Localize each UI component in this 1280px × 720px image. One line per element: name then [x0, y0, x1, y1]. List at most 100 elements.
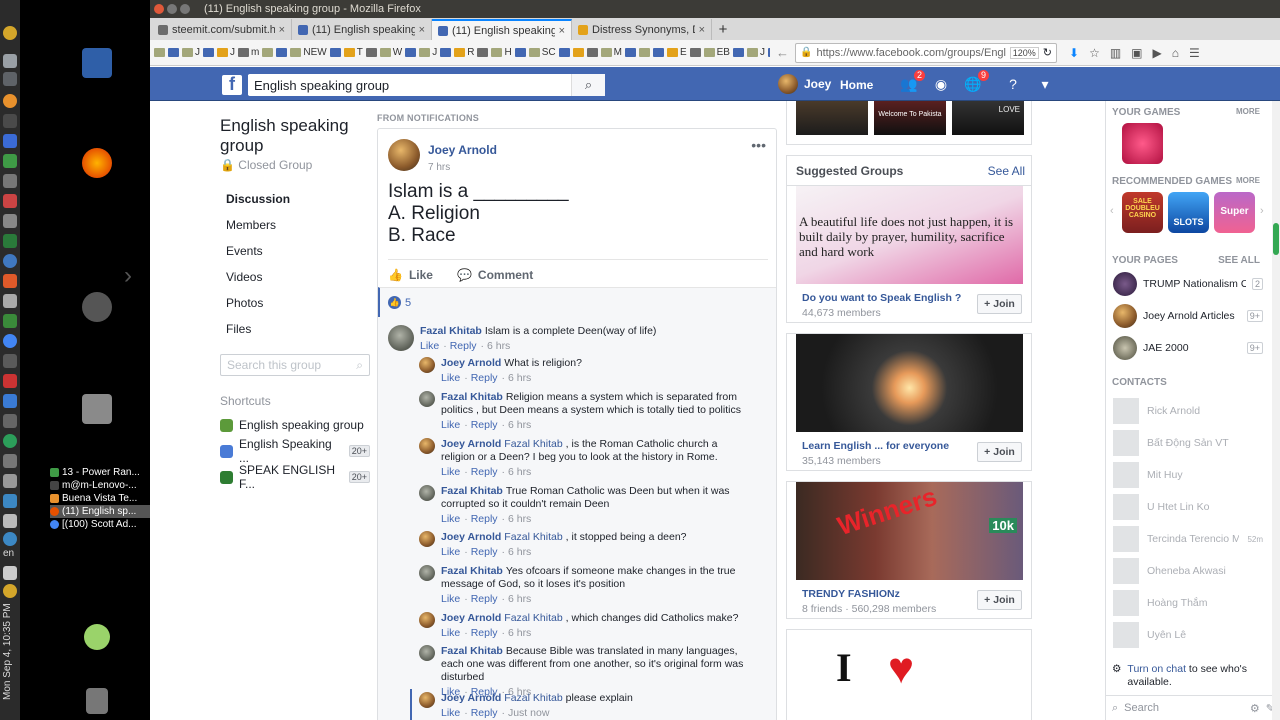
more-link[interactable]: MORE [1236, 176, 1260, 187]
bookmark-item[interactable]: W [379, 47, 402, 58]
contact-item[interactable]: Hoàng Thắm [1113, 590, 1263, 616]
bookmark-item[interactable] [514, 48, 526, 57]
zoom-level[interactable]: 120% [1009, 46, 1039, 59]
task-item[interactable]: [(100) Scott Ad... [50, 518, 150, 531]
group-cover-image[interactable]: I ♥ [796, 630, 1023, 720]
keyboard-language[interactable]: en [3, 548, 14, 559]
bookmark-item[interactable] [168, 48, 179, 57]
join-button[interactable]: + Join [977, 294, 1022, 314]
group-nav-files[interactable]: Files [220, 316, 370, 342]
comment-reply-button[interactable]: Reply [471, 466, 498, 478]
group-nav-photos[interactable]: Photos [220, 290, 370, 316]
comment-mention[interactable]: Fazal Khitab [504, 438, 562, 450]
contact-item[interactable]: Tercinda Terencio M... 52m [1113, 526, 1263, 552]
bitcoin-icon[interactable] [3, 94, 17, 108]
browser-tab[interactable]: (11) English speaking × [292, 19, 432, 40]
bookmark-item[interactable]: E [666, 47, 687, 58]
comment-reply-button[interactable]: Reply [471, 546, 498, 558]
shortcut-item[interactable]: English speaking group [220, 416, 370, 434]
screenshot-icon[interactable]: ▣ [1131, 46, 1142, 60]
bookmark-item[interactable] [203, 48, 214, 57]
home-icon[interactable]: ⌂ [1172, 46, 1179, 60]
bookmark-item[interactable] [572, 48, 584, 57]
comment-author[interactable]: Fazal Khitab [420, 325, 482, 337]
bookmark-item[interactable] [767, 48, 770, 57]
comment-like-button[interactable]: Like [441, 627, 460, 639]
browser-tab[interactable]: Distress Synonyms, D × [572, 19, 712, 40]
facebook-logo[interactable]: f [222, 74, 242, 95]
bookmark-item[interactable]: J [217, 47, 235, 58]
bookmark-item[interactable]: m [238, 47, 259, 58]
bookmark-item[interactable]: J [419, 47, 437, 58]
post-author[interactable]: Joey Arnold [428, 143, 497, 157]
comment-mention[interactable]: Fazal Khitab [504, 612, 562, 624]
photo-thumbnail[interactable]: Welcome To Pakista [874, 101, 946, 135]
close-icon[interactable]: × [559, 25, 565, 37]
more-link[interactable]: MORE [1236, 107, 1260, 118]
filezilla-icon[interactable] [3, 374, 17, 388]
comment-time[interactable]: 6 hrs [508, 513, 531, 525]
bookmark-item[interactable]: NEW [290, 47, 327, 58]
app-icon[interactable] [3, 354, 17, 368]
group-search-input[interactable]: Search this group ⌕ [220, 354, 370, 376]
task-item[interactable]: m@m-Lenovo-... [50, 479, 150, 492]
post-options-icon[interactable]: ••• [751, 137, 766, 153]
avatar[interactable] [419, 438, 435, 454]
app-icon[interactable] [3, 514, 17, 528]
comment-author[interactable]: Joey Arnold [441, 612, 501, 624]
app-icon[interactable] [3, 114, 17, 128]
reaction-summary[interactable]: 👍 5 [378, 287, 776, 317]
page-item[interactable]: JAE 2000 9+ [1113, 335, 1263, 361]
avatar[interactable] [388, 139, 420, 171]
comment-like-button[interactable]: Like [420, 340, 439, 352]
close-icon[interactable]: × [699, 24, 705, 36]
trash-icon[interactable] [86, 688, 108, 714]
bookmark-item[interactable] [689, 48, 701, 57]
library-icon[interactable]: ▥ [1110, 46, 1121, 60]
comment-author[interactable]: Fazal Khitab [441, 391, 503, 403]
window-close-button[interactable] [154, 4, 164, 14]
settings-icon[interactable] [82, 292, 112, 322]
download-icon[interactable]: ⬇ [1069, 46, 1079, 60]
bookmark-item[interactable] [329, 48, 341, 57]
document-icon[interactable] [82, 48, 112, 78]
bookmark-item[interactable] [440, 48, 452, 57]
comment-reply-button[interactable]: Reply [471, 627, 498, 639]
avatar[interactable] [419, 612, 435, 628]
youtube-icon[interactable]: ▶ [1153, 46, 1162, 60]
comment-author[interactable]: Joey Arnold [441, 357, 501, 369]
search-input[interactable] [248, 75, 571, 95]
comment-time[interactable]: 6 hrs [508, 593, 531, 605]
bookmark-item[interactable] [732, 48, 744, 57]
avatar[interactable] [419, 565, 435, 581]
friend-requests-icon[interactable]: 👥 2 [900, 70, 925, 93]
avatar[interactable] [388, 325, 414, 351]
contact-item[interactable]: Rick Arnold [1113, 398, 1263, 424]
avatar[interactable] [419, 391, 435, 407]
chrome-icon[interactable] [3, 334, 17, 348]
bookmark-item[interactable] [558, 48, 570, 57]
shortcut-item[interactable]: English Speaking ... 20+ [220, 437, 370, 465]
comment-reply-button[interactable]: Reply [471, 372, 498, 384]
chevron-right-icon[interactable]: › [124, 262, 132, 290]
messenger-icon[interactable]: ◉ [932, 75, 950, 93]
task-item[interactable]: 13 - Power Ran... [50, 466, 150, 479]
comment-author[interactable]: Joey Arnold [441, 692, 501, 704]
bookmark-item[interactable] [477, 48, 489, 57]
contact-item[interactable]: Mit Huy [1113, 462, 1263, 488]
profile-link[interactable]: Joey [778, 74, 831, 94]
group-cover-image[interactable]: A beautiful life does not just happen, i… [796, 186, 1023, 284]
url-text[interactable]: https://www.facebook.com/groups/EnglishS [816, 47, 1005, 59]
contact-item[interactable]: U Htet Lin Ko [1113, 494, 1263, 520]
app-icon[interactable] [3, 194, 17, 208]
close-icon[interactable]: × [279, 24, 285, 36]
comment-reply-button[interactable]: Reply [471, 707, 498, 719]
comment-like-button[interactable]: Like [441, 466, 460, 478]
coin-icon[interactable] [3, 26, 17, 40]
comment-time[interactable]: 6 hrs [508, 372, 531, 384]
help-icon[interactable]: ? [1004, 75, 1022, 93]
url-bar[interactable]: 🔒 https://www.facebook.com/groups/Englis… [795, 42, 1057, 63]
app-icon[interactable] [3, 274, 17, 288]
join-button[interactable]: + Join [977, 590, 1022, 610]
bookmark-item[interactable]: J [746, 47, 765, 58]
